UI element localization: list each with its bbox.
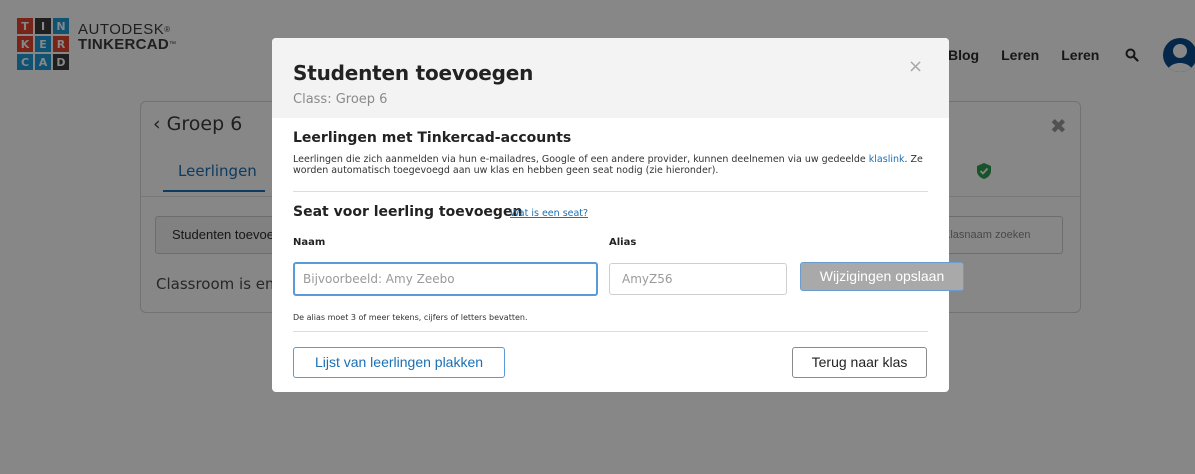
add-students-modal: Studenten toevoegen Class: Groep 6 × Lee… bbox=[272, 38, 964, 392]
modal-subtitle: Class: Groep 6 bbox=[293, 92, 388, 107]
modal-title: Studenten toevoegen bbox=[293, 61, 534, 85]
back-to-class-button[interactable]: Terug naar klas bbox=[792, 347, 927, 378]
footer-divider bbox=[293, 331, 928, 332]
paste-student-list-button[interactable]: Lijst van leerlingen plakken bbox=[293, 347, 505, 378]
name-label: Naam bbox=[293, 237, 326, 248]
modal-header: Studenten toevoegen Class: Groep 6 × bbox=[272, 38, 949, 118]
section-divider bbox=[293, 191, 928, 192]
close-icon[interactable]: × bbox=[908, 56, 923, 77]
name-input[interactable] bbox=[293, 262, 598, 296]
alias-label: Alias bbox=[609, 237, 637, 248]
accounts-section-title: Leerlingen met Tinkercad-accounts bbox=[293, 130, 572, 146]
save-changes-button[interactable]: Wijzigingen opslaan bbox=[800, 262, 964, 291]
what-is-seat-link[interactable]: Wat is een seat? bbox=[510, 208, 588, 219]
class-link[interactable]: klaslink bbox=[869, 154, 905, 165]
alias-hint: De alias moet 3 of meer tekens, cijfers … bbox=[293, 313, 528, 322]
alias-input[interactable] bbox=[609, 263, 787, 295]
seat-section-title: Seat voor leerling toevoegen bbox=[293, 204, 523, 220]
accounts-section-description: Leerlingen die zich aanmelden via hun e-… bbox=[293, 154, 923, 176]
